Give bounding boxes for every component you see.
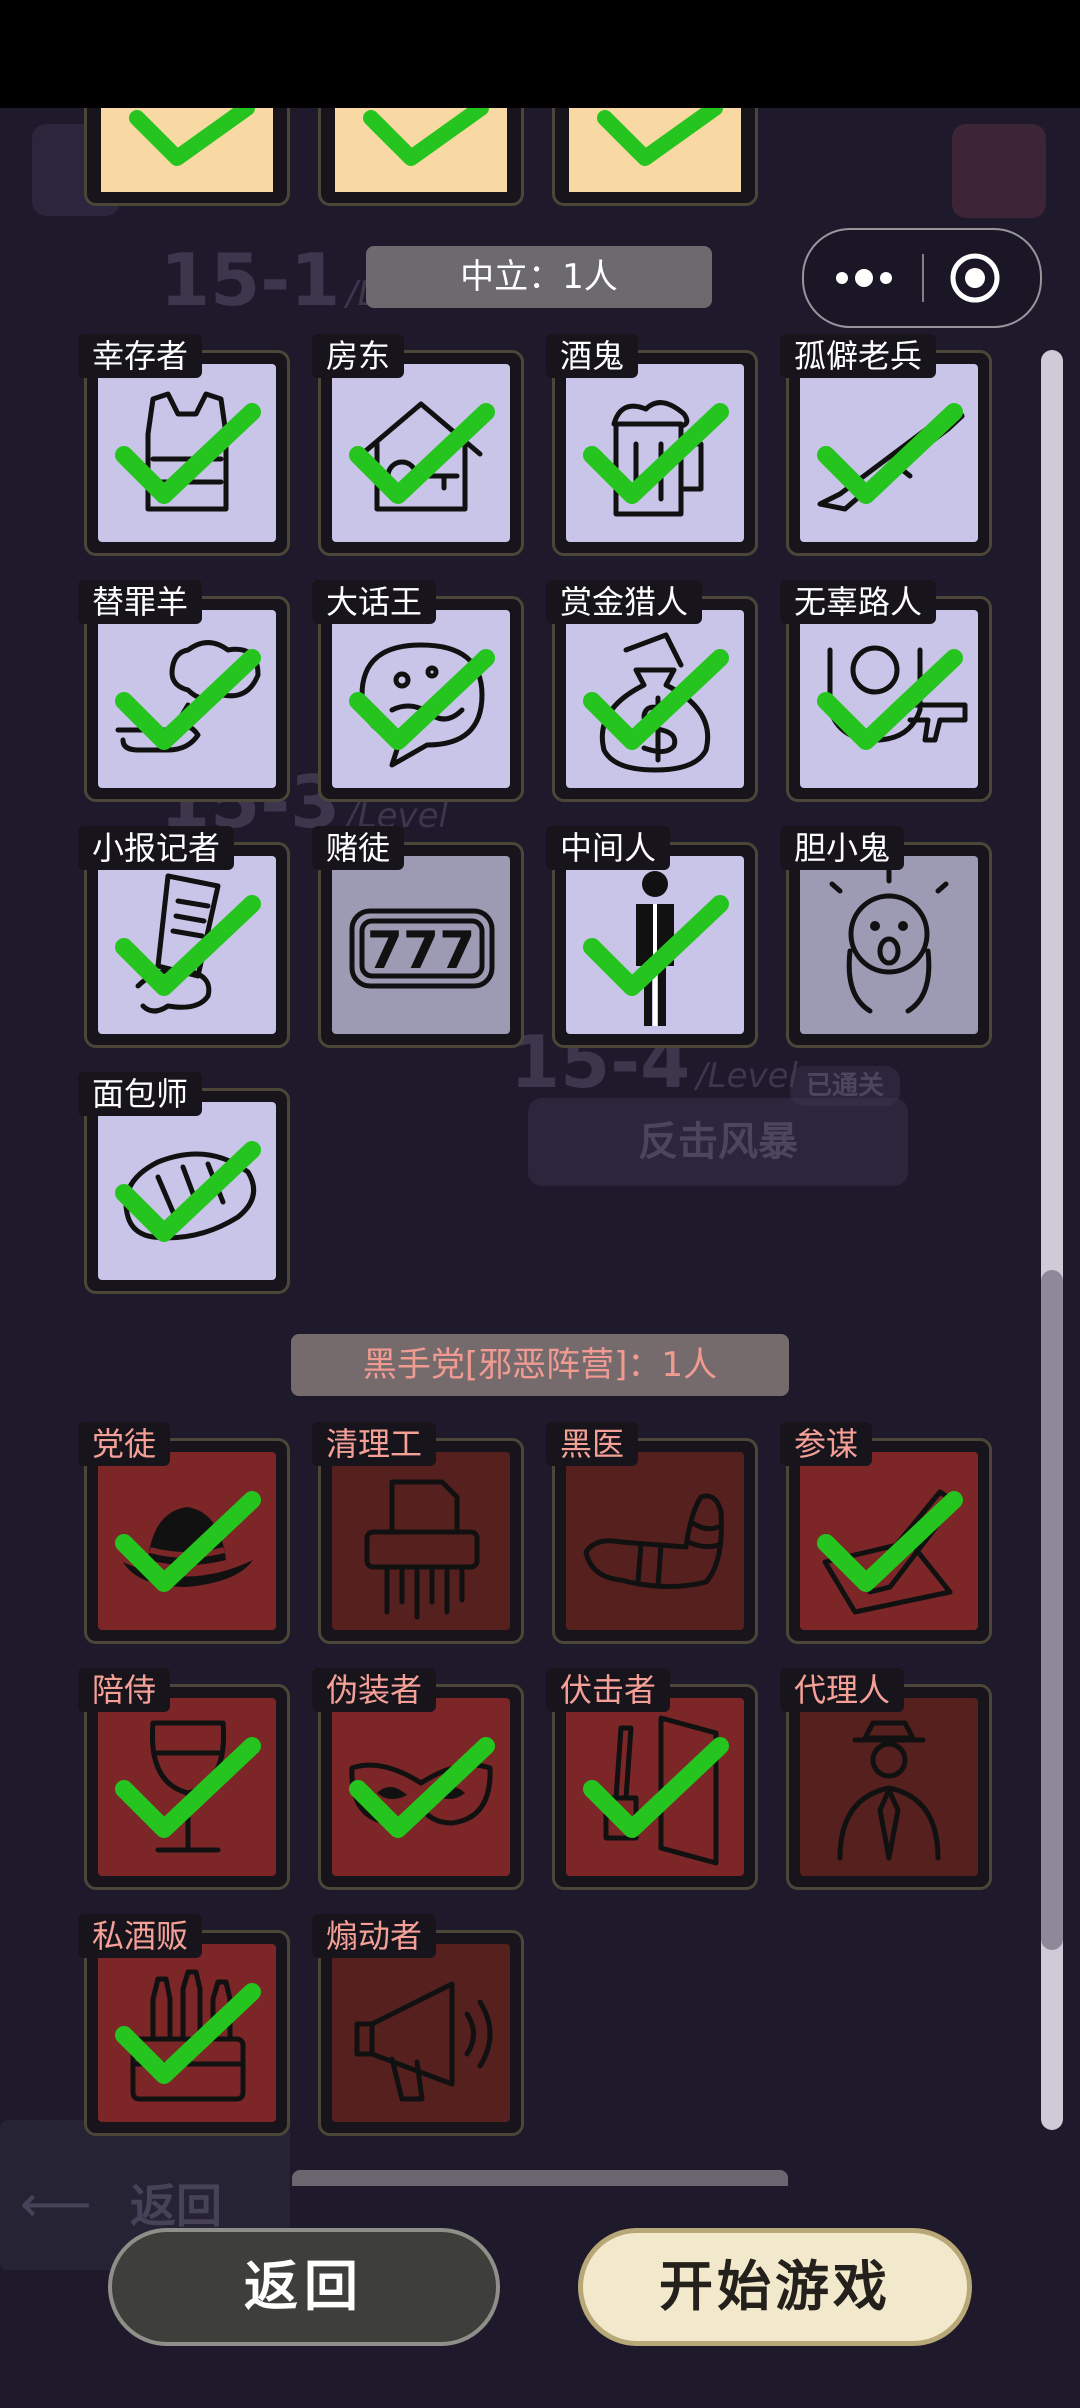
role-card[interactable]: 黑医 (546, 1422, 758, 1644)
role-card[interactable]: 面包师 (78, 1072, 290, 1294)
role-card[interactable]: 孤僻老兵 (780, 334, 992, 556)
role-name: 煽动者 (312, 1914, 437, 1958)
role-name: 清理工 (312, 1422, 437, 1466)
check-icon (583, 1737, 729, 1838)
suited-man-icon (837, 1720, 941, 1861)
role-name: 伏击者 (546, 1668, 671, 1712)
top-card-1[interactable] (84, 108, 290, 206)
status-bar (0, 0, 1080, 108)
scared-face-icon (829, 868, 949, 1014)
role-name: 孤僻老兵 (780, 334, 937, 378)
bandaged-arm-icon (583, 1493, 724, 1589)
check-icon (363, 108, 489, 166)
check-icon (115, 649, 261, 750)
check-icon (115, 403, 261, 504)
role-name: 伪装者 (312, 1668, 437, 1712)
bg-level-name: 反击风暴 (528, 1098, 908, 1186)
role-card[interactable]: 小报记者 (78, 826, 290, 1048)
role-name: 中间人 (546, 826, 671, 870)
check-icon (129, 108, 255, 166)
check-icon (817, 649, 963, 750)
scrollbar-thumb[interactable] (1041, 1270, 1063, 1950)
role-name: 替罪羊 (78, 580, 203, 624)
role-name: 大话王 (312, 580, 437, 624)
miniprogram-capsule (802, 228, 1042, 328)
check-icon (583, 895, 729, 996)
role-card[interactable]: 酒鬼 (546, 334, 758, 556)
role-card[interactable]: 伏击者 (546, 1668, 758, 1890)
role-card[interactable]: 清理工 (312, 1422, 524, 1644)
role-name: 赏金猎人 (546, 580, 703, 624)
top-card-3[interactable] (552, 108, 758, 206)
paper-shredder-icon (364, 1479, 480, 1620)
slot-777-icon: 777 (349, 908, 495, 989)
role-card[interactable]: 伪装者 (312, 1668, 524, 1890)
role-name: 小报记者 (78, 826, 235, 870)
role-name: 参谋 (780, 1422, 873, 1466)
role-card[interactable]: 无辜路人 (780, 580, 992, 802)
bg-music-icon (952, 124, 1046, 218)
slot-777-text: 777 (367, 921, 476, 981)
role-card[interactable]: 参谋 (780, 1422, 992, 1644)
check-icon (115, 895, 261, 996)
start-game-button[interactable]: 开始游戏 (578, 2228, 972, 2346)
role-name: 代理人 (780, 1668, 905, 1712)
role-card[interactable]: 幸存者 (78, 334, 290, 556)
role-name: 黑医 (546, 1422, 639, 1466)
evil-section-label: 黑手党[邪恶阵营]：1人 (291, 1334, 789, 1396)
role-card[interactable]: 党徒 (78, 1422, 290, 1644)
role-name: 党徒 (78, 1422, 171, 1466)
check-icon (817, 1491, 963, 1592)
role-card[interactable]: 中间人 (546, 826, 758, 1048)
check-icon (817, 403, 963, 504)
role-card[interactable]: 私酒贩 (78, 1914, 290, 2136)
role-card[interactable]: 胆小鬼 (780, 826, 992, 1048)
role-name: 无辜路人 (780, 580, 937, 624)
role-card[interactable]: 替罪羊 (78, 580, 290, 802)
role-name: 房东 (312, 334, 405, 378)
top-card-2[interactable] (318, 108, 524, 206)
check-icon (115, 1983, 261, 2084)
role-name: 面包师 (78, 1072, 203, 1116)
role-card[interactable]: 房东 (312, 334, 524, 556)
check-icon (115, 1737, 261, 1838)
role-name: 幸存者 (78, 334, 203, 378)
role-card[interactable]: 陪侍 (78, 1668, 290, 1890)
role-name: 胆小鬼 (780, 826, 905, 870)
list-bottom-edge (292, 2170, 788, 2186)
megaphone-icon (354, 1981, 493, 2102)
role-card[interactable]: 煽动者 (312, 1914, 524, 2136)
check-icon (583, 403, 729, 504)
check-icon (349, 649, 495, 750)
check-icon (583, 649, 729, 750)
check-icon (115, 1491, 261, 1592)
role-name: 酒鬼 (546, 334, 639, 378)
role-card[interactable]: 777 赌徒 (312, 826, 524, 1048)
check-icon (349, 403, 495, 504)
role-card[interactable]: 赏金猎人 (546, 580, 758, 802)
check-icon (597, 108, 723, 166)
more-dots-icon[interactable] (834, 260, 894, 296)
role-card[interactable]: 大话王 (312, 580, 524, 802)
target-circle-icon[interactable] (949, 252, 1001, 304)
neutral-section-label: 中立：1人 (366, 246, 712, 308)
bg-cleared-badge: 已通关 (790, 1066, 900, 1106)
role-name: 私酒贩 (78, 1914, 203, 1958)
role-name: 赌徒 (312, 826, 405, 870)
role-name: 陪侍 (78, 1668, 171, 1712)
back-button[interactable]: 返回 (108, 2228, 500, 2346)
check-icon (349, 1737, 495, 1838)
check-icon (115, 1141, 261, 1242)
role-card[interactable]: 代理人 (780, 1668, 992, 1890)
